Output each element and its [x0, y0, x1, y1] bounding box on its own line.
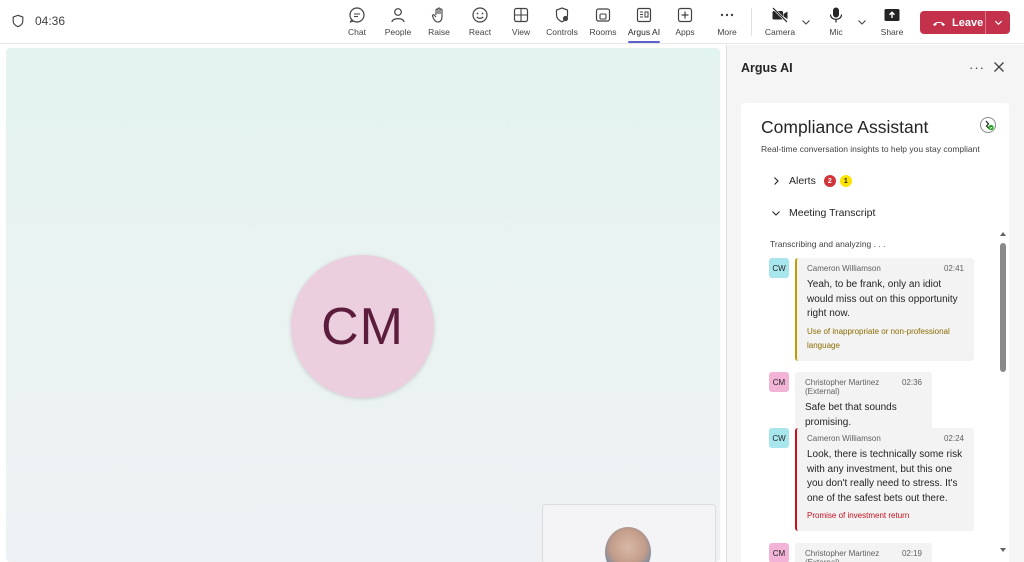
- speaker-name: Cameron Williamson: [807, 264, 881, 273]
- argus-ai-panel: Argus AI ··· Compliance Assistant Real-t…: [726, 45, 1024, 562]
- transcript-label: Meeting Transcript: [789, 207, 876, 219]
- speaker-avatar: CM: [769, 372, 789, 392]
- camera-button[interactable]: Camera: [758, 6, 802, 40]
- chevron-right-icon: [774, 177, 779, 185]
- speaker-name: Christopher Martinez (External): [805, 549, 880, 562]
- shield-icon: [12, 14, 24, 28]
- chat-button[interactable]: Chat: [335, 6, 379, 40]
- meeting-toolbar: 04:36 Chat People Raise React View Contr…: [0, 0, 1024, 44]
- message-time: 02:24: [943, 434, 964, 443]
- leave-label: Leave: [952, 16, 984, 29]
- react-icon: [471, 6, 489, 24]
- speaker-avatar: CM: [769, 543, 789, 562]
- people-button[interactable]: People: [376, 6, 420, 40]
- panel-title: Argus AI: [741, 60, 793, 75]
- view-button[interactable]: View: [499, 6, 543, 40]
- participant-avatar[interactable]: CM: [291, 255, 434, 398]
- toolbar-divider: [751, 8, 752, 36]
- mic-button[interactable]: Mic: [814, 6, 858, 40]
- scrollbar-thumb[interactable]: [1000, 243, 1006, 372]
- chevron-down-icon: [772, 211, 780, 216]
- compliance-flag: Use of inappropriate or non-professional…: [807, 326, 950, 351]
- share-button[interactable]: Share: [870, 6, 914, 40]
- controls-label: Controls: [546, 27, 578, 37]
- transcript-scrollbar[interactable]: [999, 230, 1007, 557]
- message-time: 02:41: [943, 264, 964, 273]
- speaker-name: Christopher Martinez (External): [805, 378, 880, 396]
- more-icon: [718, 6, 736, 24]
- alerts-label: Alerts: [789, 175, 816, 187]
- alerts-section-toggle[interactable]: Alerts 2 1: [771, 175, 852, 187]
- rooms-label: Rooms: [589, 27, 617, 37]
- view-label: View: [511, 27, 531, 37]
- raise-hand-button[interactable]: Raise: [417, 6, 461, 40]
- video-stage: CM: [6, 48, 720, 562]
- leave-button[interactable]: Leave: [920, 11, 986, 34]
- message-text: Yeah, to be frank, only an idiot would m…: [807, 279, 958, 319]
- camera-label: Camera: [764, 27, 796, 37]
- call-duration: 04:36: [35, 14, 66, 28]
- message-bubble[interactable]: Cameron Williamson 02:41 Yeah, to be fran…: [795, 258, 974, 361]
- scroll-down-icon[interactable]: [999, 546, 1007, 554]
- mic-options-chevron-icon[interactable]: [856, 16, 868, 28]
- message-time: 02:19: [901, 549, 922, 558]
- compliance-card: Compliance Assistant Real-time conversat…: [741, 103, 1009, 562]
- controls-button[interactable]: Controls: [540, 6, 584, 40]
- more-button[interactable]: More: [705, 6, 749, 40]
- apps-button[interactable]: Apps: [663, 6, 707, 40]
- controls-icon: [553, 6, 571, 24]
- apps-icon: [676, 6, 694, 24]
- transcript-feed: CW Cameron Williamson 02:41 Yeah, to be f…: [765, 258, 1001, 562]
- leave-button-group: Leave: [920, 11, 1010, 34]
- card-title: Compliance Assistant: [761, 117, 929, 137]
- self-video-feed: [605, 527, 651, 562]
- mic-label: Mic: [829, 27, 843, 37]
- close-icon[interactable]: [991, 59, 1007, 75]
- message-text: Safe bet that sounds promising.: [805, 402, 897, 428]
- message-bubble[interactable]: Cameron Williamson 02:24 Look, there is t…: [795, 428, 974, 531]
- camera-options-chevron-icon[interactable]: [800, 16, 812, 28]
- phone-hangup-icon: [933, 21, 945, 26]
- message-time: 02:36: [901, 378, 922, 387]
- scroll-up-icon[interactable]: [999, 230, 1007, 238]
- rooms-icon: [594, 6, 612, 24]
- camera-off-icon: [771, 6, 789, 24]
- people-label: People: [384, 27, 412, 37]
- view-icon: [512, 6, 530, 24]
- people-icon: [389, 6, 407, 24]
- react-label: React: [468, 27, 492, 37]
- alerts-yellow-badge: 1: [839, 175, 852, 187]
- leave-options-chevron-icon[interactable]: [986, 11, 1010, 34]
- transcription-status: Transcribing and analyzing . . .: [770, 239, 886, 249]
- speaker-avatar: CW: [769, 258, 789, 278]
- chat-icon: [348, 6, 366, 24]
- argus-ai-label: Argus AI: [627, 27, 661, 37]
- call-timer: 04:36: [11, 14, 65, 28]
- speaker-name: Cameron Williamson: [807, 434, 881, 443]
- react-button[interactable]: React: [458, 6, 502, 40]
- argus-ai-button[interactable]: Argus AI: [622, 6, 666, 43]
- mic-icon: [827, 6, 845, 24]
- chat-label: Chat: [348, 27, 366, 37]
- message-text: Look, there is technically some risk wit…: [807, 449, 963, 504]
- compliance-flag: Promise of investment return: [807, 511, 910, 520]
- self-view-tile[interactable]: [542, 504, 716, 562]
- transcript-section-toggle[interactable]: Meeting Transcript: [771, 207, 875, 219]
- raise-hand-icon: [430, 6, 448, 24]
- card-subtitle: Real-time conversation insights to help …: [761, 144, 980, 154]
- speaker-avatar: CW: [769, 428, 789, 448]
- panel-more-options-icon[interactable]: ···: [969, 59, 985, 75]
- share-label: Share: [880, 27, 904, 37]
- apps-label: Apps: [675, 27, 695, 37]
- message-bubble[interactable]: Christopher Martinez (External) 02:19: [795, 543, 932, 562]
- alerts-red-badge: 2: [823, 175, 836, 187]
- rooms-button[interactable]: Rooms: [581, 6, 625, 40]
- argus-ai-icon: [635, 6, 653, 24]
- share-icon: [883, 6, 901, 24]
- compliance-status-icon: [980, 117, 996, 133]
- raise-label: Raise: [428, 27, 450, 37]
- more-label: More: [717, 27, 737, 37]
